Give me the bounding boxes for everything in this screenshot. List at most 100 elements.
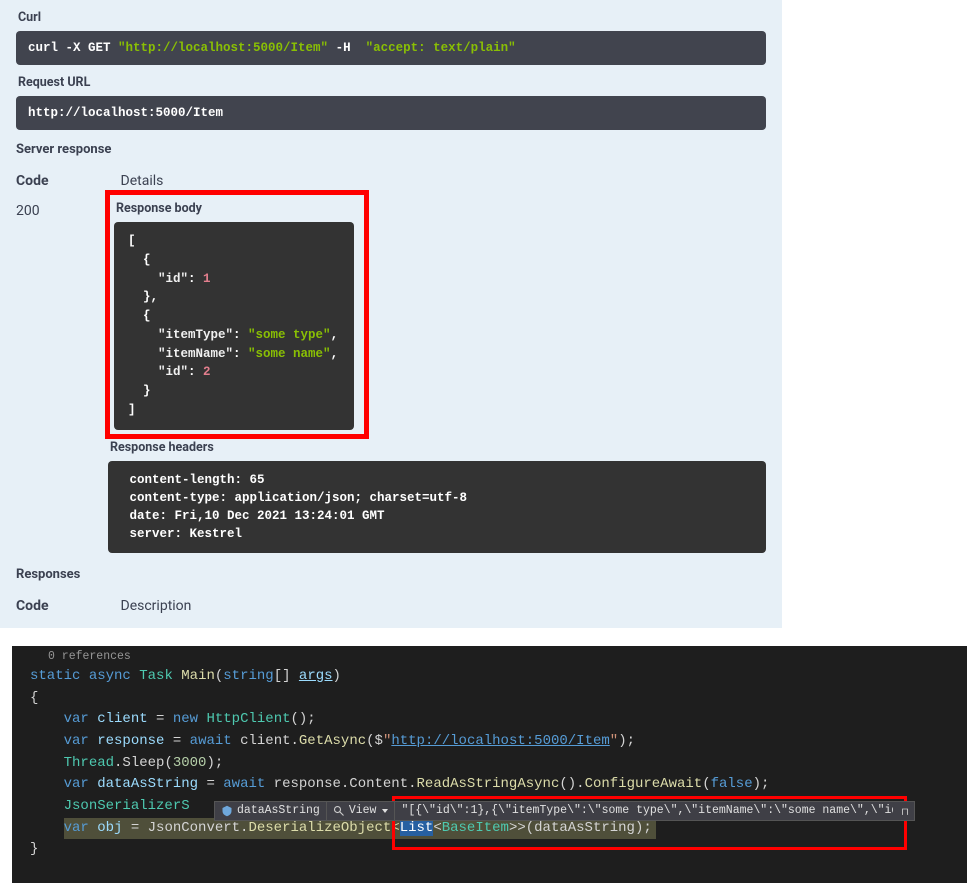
json-num: 1 <box>203 272 211 286</box>
ty: Task <box>131 668 173 684</box>
header-row: Code Details <box>16 165 766 193</box>
curl-url: "http://localhost:5000/Item" <box>118 41 328 55</box>
punct: (); <box>291 711 316 727</box>
curl-label: Curl <box>16 6 766 31</box>
kw: async <box>80 668 130 684</box>
txt: respon <box>265 776 324 792</box>
response-body-label: Response body <box>114 199 360 222</box>
code-line[interactable]: { <box>12 688 967 710</box>
json-key: "itemType" <box>158 328 233 342</box>
json-str: "some name" <box>248 347 331 361</box>
json-num: 2 <box>203 365 211 379</box>
code-line[interactable]: var client = new HttpClient(); <box>12 709 967 731</box>
punct: ); <box>206 755 223 771</box>
var: obj <box>89 820 123 836</box>
ty: Thread <box>64 755 114 771</box>
punct: ($ <box>366 733 383 749</box>
kw: await <box>190 733 232 749</box>
curl-prefix: curl -X GET <box>28 41 118 55</box>
kw: false <box>711 776 753 792</box>
json-key: "id" <box>158 365 188 379</box>
json-key: "itemName" <box>158 347 233 361</box>
code-line[interactable]: Thread.Sleep(3000); <box>12 753 967 775</box>
fn: Main <box>173 668 215 684</box>
json-str: "some type" <box>248 328 331 342</box>
datatip-view-label: View <box>349 802 377 820</box>
hdr-line: content-type: application/json; charset=… <box>122 491 475 505</box>
server-response-title: Server response <box>16 130 766 165</box>
responses-title: Responses <box>16 553 766 590</box>
code-line[interactable]: var dataAsString = await response.Conten… <box>12 774 967 796</box>
status-code: 200 <box>16 193 108 219</box>
json-line: { <box>128 253 151 267</box>
json-line: [ <box>128 234 136 248</box>
txt: se.Content. <box>324 776 416 792</box>
status-row: 200 Response body [ { "id": 1 }, { "item… <box>16 193 766 553</box>
url[interactable]: http://localhost:5000/Item <box>391 733 609 749</box>
var: response <box>89 733 165 749</box>
var: client <box>89 711 148 727</box>
curl-box[interactable]: curl -X GET "http://localhost:5000/Item"… <box>16 31 766 65</box>
kw: var <box>64 820 89 836</box>
pin-icon <box>899 802 907 820</box>
curl-mid: -H <box>328 41 366 55</box>
code-header2: Code <box>16 598 49 614</box>
ty: JsonSerializerS <box>64 798 190 814</box>
datatip-pin-button[interactable] <box>893 802 913 820</box>
param: args <box>299 668 333 684</box>
chevron-down-icon <box>382 809 388 813</box>
hdr-line: server: Kestrel <box>122 527 250 541</box>
ty: HttpClient <box>198 711 290 727</box>
response-headers[interactable]: content-length: 65 content-type: applica… <box>108 461 766 554</box>
hdr-line: date: Fri,10 Dec 2021 13:24:01 GMT <box>122 509 392 523</box>
response-body-highlight: Response body [ { "id": 1 }, { "itemType… <box>108 193 366 436</box>
ide-panel: 0 references static async Task Main(stri… <box>12 646 967 883</box>
datatip-name: dataAsString <box>237 802 320 820</box>
kw: await <box>223 776 265 792</box>
fn: GetAsync <box>299 733 366 749</box>
txt: (). <box>559 776 584 792</box>
kw: new <box>173 711 198 727</box>
kw: var <box>64 776 89 792</box>
punct: ); <box>753 776 770 792</box>
request-url-box[interactable]: http://localhost:5000/Item <box>16 96 766 130</box>
lit: 3000 <box>173 755 207 771</box>
code-lens-references[interactable]: 0 references <box>12 646 967 666</box>
debug-datatip[interactable]: dataAsString View "[{\"id\":1},{\"itemTy… <box>214 801 915 821</box>
json-line: ] <box>128 403 136 417</box>
response-body[interactable]: [ { "id": 1 }, { "itemType": "some type"… <box>114 222 354 430</box>
punct: < <box>433 820 441 836</box>
var: dataAsString <box>89 776 198 792</box>
punct: ); <box>618 733 635 749</box>
description-header: Description <box>121 598 192 614</box>
response-headers-label: Response headers <box>108 436 766 461</box>
datatip-view-button[interactable]: View <box>327 802 396 820</box>
code-line[interactable]: } <box>12 839 967 861</box>
datatip-value[interactable]: "[{\"id\":1},{\"itemType\":\"some type\"… <box>395 802 893 820</box>
punct: [] <box>274 668 299 684</box>
code-header: Code <box>16 173 49 189</box>
json-line: { <box>128 309 151 323</box>
txt: .Sleep( <box>114 755 173 771</box>
json-line: } <box>128 384 151 398</box>
field-icon <box>221 805 233 817</box>
curl-accept: "accept: text/plain" <box>366 41 516 55</box>
datatip-variable[interactable]: dataAsString <box>215 802 327 820</box>
json-key: "id" <box>158 272 188 286</box>
code-line[interactable]: var response = await client.GetAsync($"h… <box>12 731 967 753</box>
punct: = <box>198 776 223 792</box>
kw: static <box>30 668 80 684</box>
details-header: Details <box>121 173 164 189</box>
swagger-panel: Curl curl -X GET "http://localhost:5000/… <box>0 0 782 628</box>
fn: izeObject< <box>316 820 400 836</box>
punct: ( <box>702 776 710 792</box>
code-line[interactable]: static async Task Main(string[] args) <box>12 666 967 688</box>
fn: Deserial <box>248 820 315 836</box>
ty: BaseItem <box>442 820 509 836</box>
punct: ) <box>333 668 341 684</box>
request-url-label: Request URL <box>16 65 766 96</box>
txt: = JsonConvert. <box>122 820 248 836</box>
fn: ConfigureAwait <box>585 776 703 792</box>
fn: ReadAsStringAsync <box>417 776 560 792</box>
kw: var <box>64 711 89 727</box>
